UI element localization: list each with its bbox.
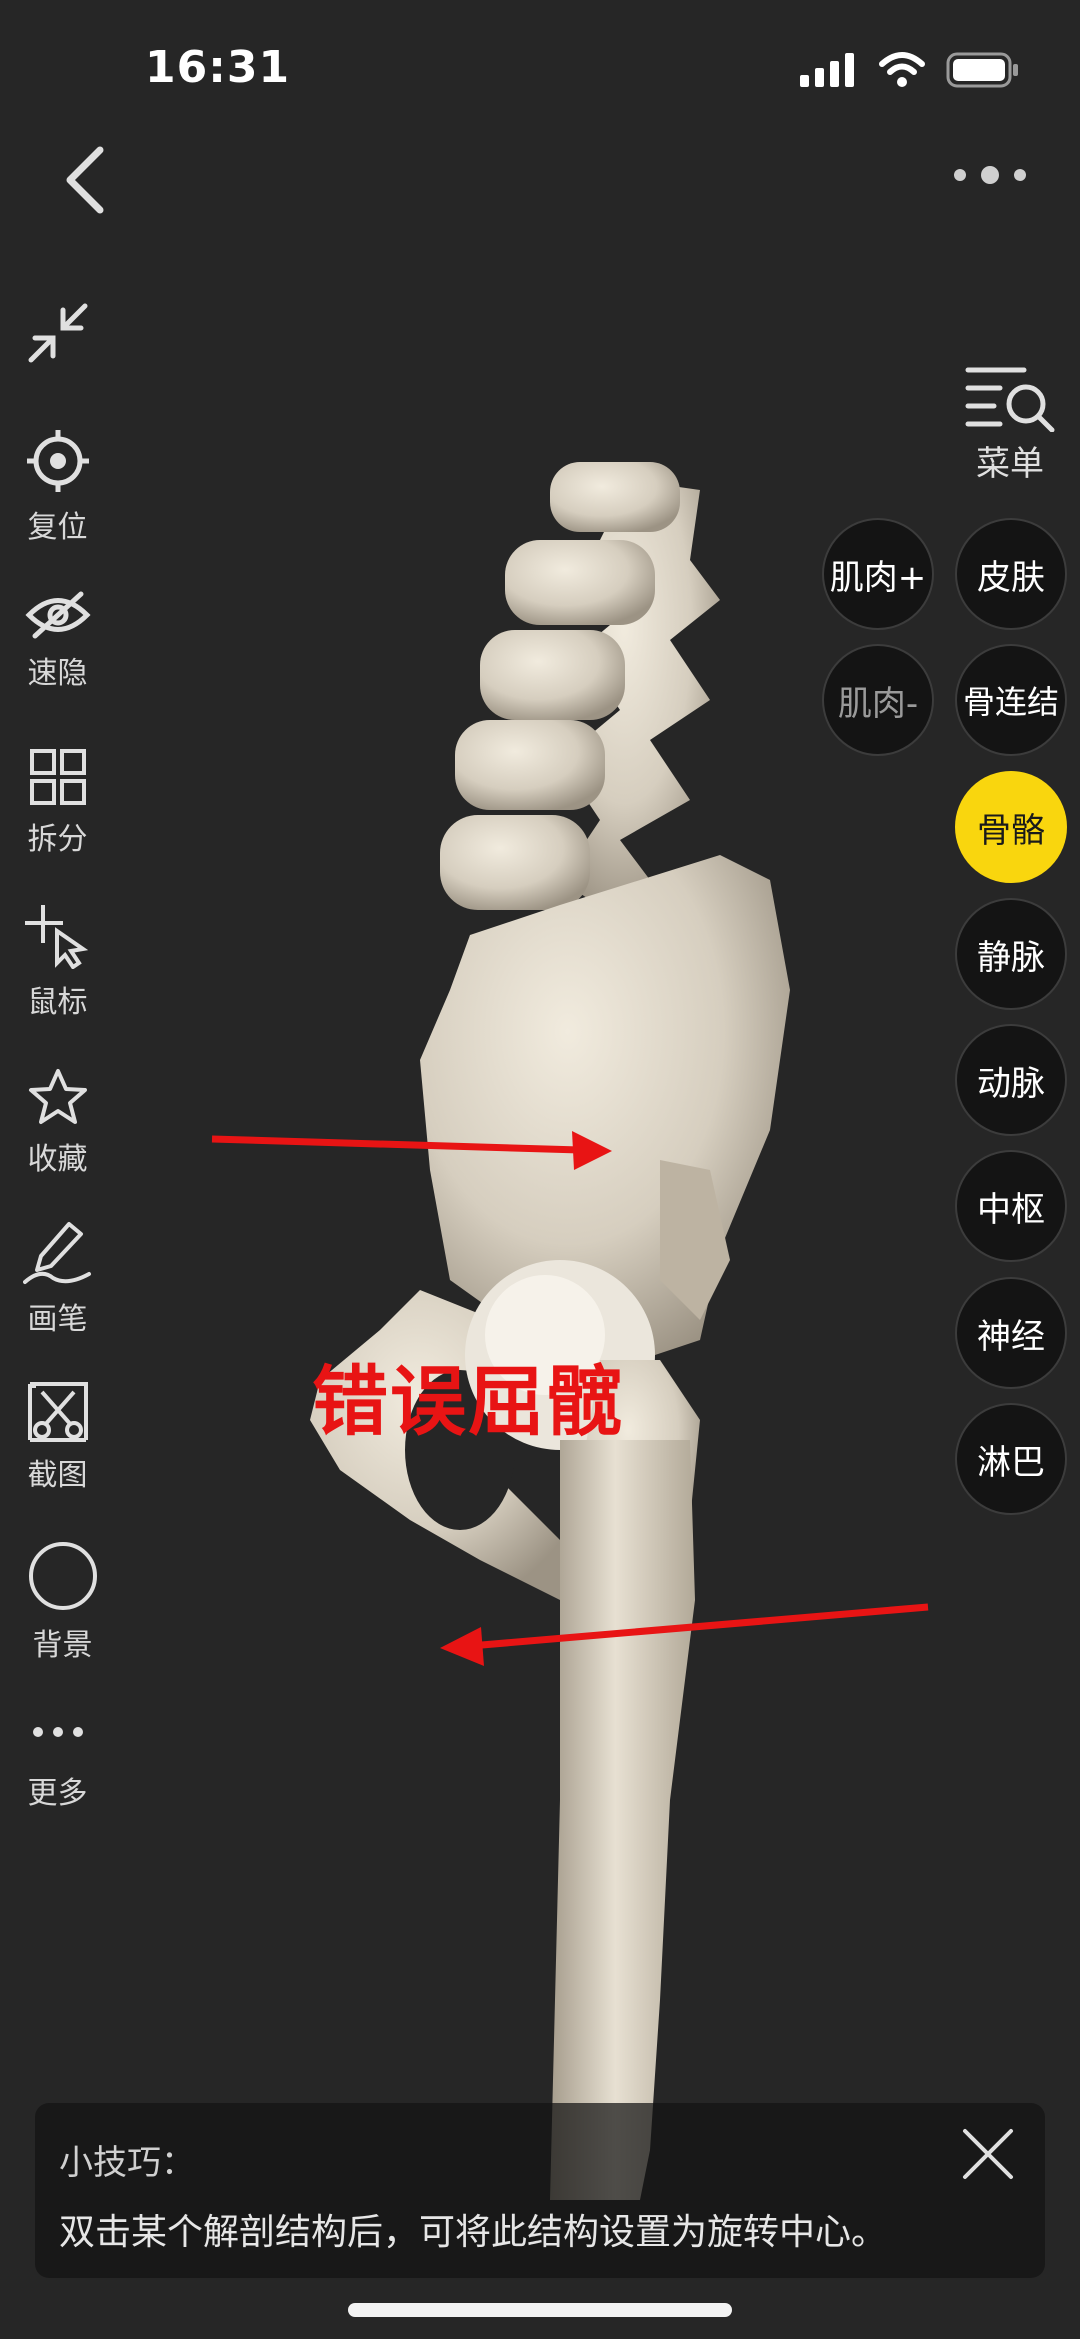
layer-nerves[interactable]: 神经 bbox=[955, 1277, 1067, 1389]
favorite-button[interactable]: 收藏 bbox=[0, 1068, 115, 1178]
more-button[interactable]: 更多 bbox=[0, 1722, 115, 1812]
tip-title: 小技巧： bbox=[59, 2143, 195, 2183]
layer-veins[interactable]: 静脉 bbox=[955, 898, 1067, 1010]
layer-muscle-plus[interactable]: 肌肉+ bbox=[822, 518, 934, 630]
menu-label: 菜单 bbox=[976, 444, 1044, 484]
tip-box: 小技巧： 双击某个解剖结构后，可将此结构设置为旋转中心。 bbox=[35, 2103, 1045, 2278]
signal-icon bbox=[800, 53, 854, 87]
background-button[interactable]: 背景 bbox=[5, 1540, 120, 1664]
mouse-label: 鼠标 bbox=[27, 985, 88, 1020]
split-grid-icon bbox=[29, 749, 86, 805]
screenshot-label: 截图 bbox=[27, 1458, 88, 1493]
list-search-icon bbox=[965, 367, 1055, 432]
pen-icon bbox=[22, 1222, 91, 1284]
close-icon[interactable] bbox=[959, 2125, 1017, 2183]
quick-hide-button[interactable]: 速隐 bbox=[0, 590, 115, 692]
split-button[interactable]: 拆分 bbox=[0, 748, 115, 858]
circle-icon bbox=[28, 1542, 97, 1610]
favorite-label: 收藏 bbox=[27, 1142, 88, 1177]
home-indicator[interactable] bbox=[348, 2303, 732, 2317]
layer-cns[interactable]: 中枢 bbox=[955, 1150, 1067, 1262]
reset-button[interactable]: 复位 bbox=[0, 428, 115, 546]
layer-bones[interactable]: 骨骼 bbox=[955, 771, 1067, 883]
tip-body: 双击某个解剖结构后，可将此结构设置为旋转中心。 bbox=[59, 2212, 888, 2253]
layer-lymph[interactable]: 淋巴 bbox=[955, 1403, 1067, 1515]
status-icons bbox=[800, 52, 1020, 88]
more-dots-icon bbox=[32, 1727, 83, 1737]
target-icon bbox=[26, 430, 89, 492]
3d-viewport[interactable] bbox=[0, 0, 1080, 2339]
layer-arteries[interactable]: 动脉 bbox=[955, 1024, 1067, 1136]
collapse-button[interactable] bbox=[0, 300, 115, 366]
layer-skin[interactable]: 皮肤 bbox=[955, 518, 1067, 630]
screenshot-button[interactable]: 截图 bbox=[0, 1382, 115, 1494]
menu-button[interactable]: 菜单 bbox=[960, 362, 1060, 485]
eye-off-icon bbox=[24, 591, 91, 639]
pen-label: 画笔 bbox=[27, 1302, 88, 1337]
wifi-icon bbox=[879, 52, 925, 87]
mouse-button[interactable]: 鼠标 bbox=[0, 903, 115, 1021]
collapse-icon bbox=[28, 303, 87, 363]
reset-label: 复位 bbox=[27, 510, 88, 545]
status-time: 16:31 bbox=[145, 42, 291, 93]
scissors-icon bbox=[27, 1382, 88, 1442]
chevron-left-icon[interactable] bbox=[58, 140, 118, 220]
more-label: 更多 bbox=[27, 1776, 88, 1811]
skeleton-model[interactable] bbox=[310, 462, 790, 2200]
background-label: 背景 bbox=[32, 1628, 93, 1663]
star-icon bbox=[28, 1069, 87, 1124]
cursor-move-icon bbox=[24, 905, 88, 969]
battery-icon bbox=[946, 52, 1018, 88]
layer-muscle-minus[interactable]: 肌肉- bbox=[822, 644, 934, 756]
annotation-text: 错误屈髋 bbox=[312, 1357, 624, 1446]
quick-hide-label: 速隐 bbox=[27, 656, 88, 691]
split-label: 拆分 bbox=[27, 822, 88, 857]
layer-joints[interactable]: 骨连结 bbox=[955, 644, 1067, 756]
more-horizontal-icon[interactable] bbox=[950, 160, 1030, 190]
pen-button[interactable]: 画笔 bbox=[0, 1220, 115, 1338]
